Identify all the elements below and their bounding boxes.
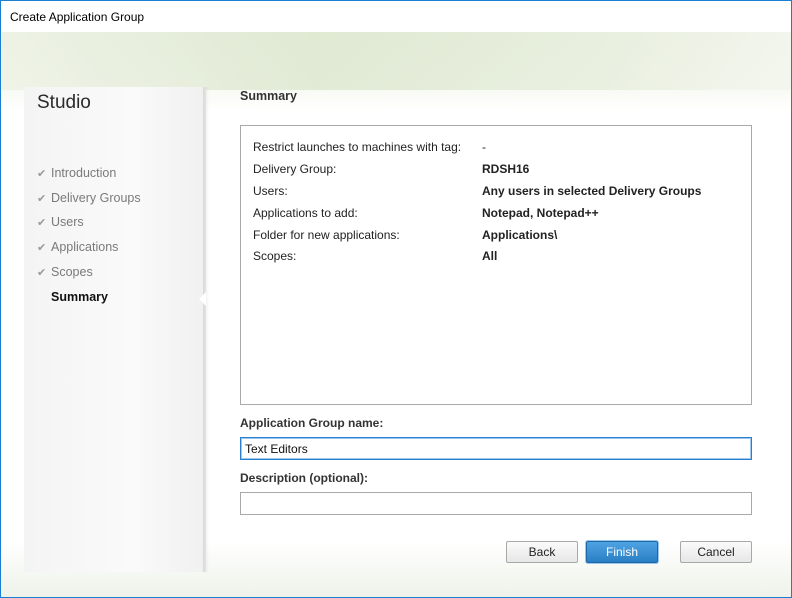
- studio-brand: Studio: [37, 92, 91, 113]
- page-title: Summary: [240, 89, 297, 103]
- step-scopes[interactable]: ✔ Scopes: [37, 265, 93, 279]
- cancel-button[interactable]: Cancel: [680, 541, 752, 563]
- window-title: Create Application Group: [10, 10, 145, 24]
- checkmark-icon: ✔: [37, 267, 47, 279]
- active-step-pointer: [199, 292, 206, 306]
- step-applications[interactable]: ✔ Applications: [37, 240, 118, 254]
- wizard-steps-panel: [24, 87, 206, 572]
- checkmark-icon: ✔: [37, 242, 47, 254]
- step-users[interactable]: ✔ Users: [37, 215, 84, 229]
- step-delivery-groups[interactable]: ✔ Delivery Groups: [37, 191, 141, 205]
- panel-shadow: [203, 87, 209, 572]
- checkmark-icon: ✔: [37, 217, 47, 229]
- dialog-window: Create Application Group Studio ✔ Introdu…: [0, 0, 792, 598]
- summary-panel: Restrict launches to machines with tag: …: [240, 125, 752, 405]
- step-introduction[interactable]: ✔ Introduction: [37, 166, 116, 180]
- description-input[interactable]: [240, 492, 752, 515]
- header-band: [1, 32, 791, 90]
- description-label: Description (optional):: [240, 471, 368, 485]
- group-name-label: Application Group name:: [240, 416, 384, 430]
- back-button[interactable]: Back: [506, 541, 578, 563]
- checkmark-icon: ✔: [37, 168, 47, 180]
- checkmark-icon: ✔: [37, 193, 47, 205]
- title-bar[interactable]: Create Application Group: [1, 1, 791, 32]
- group-name-input[interactable]: [240, 437, 752, 460]
- finish-button[interactable]: Finish: [586, 541, 658, 563]
- step-summary[interactable]: Summary: [51, 290, 108, 304]
